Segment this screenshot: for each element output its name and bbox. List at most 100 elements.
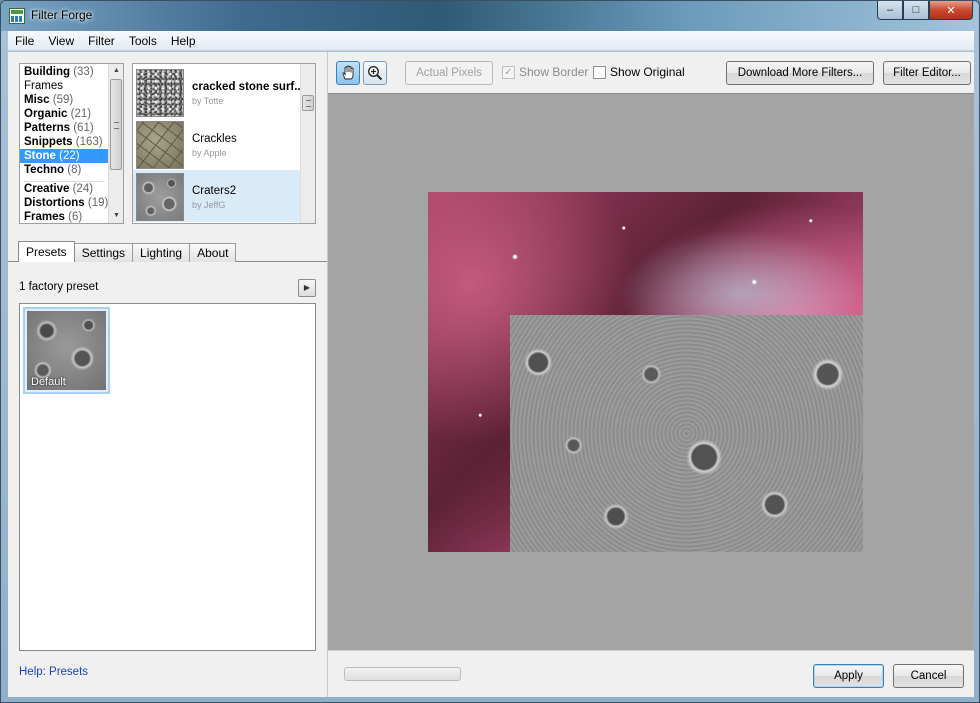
- menu-help[interactable]: Help: [164, 31, 203, 50]
- tab-settings[interactable]: Settings: [73, 243, 134, 262]
- show-original-checkbox[interactable]: Show Original: [593, 65, 685, 79]
- category-item[interactable]: Misc (59): [20, 93, 109, 107]
- filter-name: cracked stone surf...: [192, 81, 300, 93]
- hand-tool-button[interactable]: [336, 61, 360, 85]
- client-area: Building (33) Frames Misc (59) Organic (21)…: [8, 52, 974, 697]
- category-count: (22): [59, 150, 80, 162]
- filter-editor-button[interactable]: Filter Editor...: [883, 61, 971, 85]
- category-list[interactable]: Building (33) Frames Misc (59) Organic (21)…: [19, 63, 124, 224]
- download-more-filters-button[interactable]: Download More Filters...: [726, 61, 874, 85]
- menu-view[interactable]: View: [41, 31, 81, 50]
- menu-tools[interactable]: Tools: [122, 31, 164, 50]
- category-count: (19): [87, 197, 109, 209]
- scroll-thumb[interactable]: [302, 95, 314, 111]
- window-controls: – □ ✕: [877, 1, 973, 21]
- scroll-thumb[interactable]: [110, 79, 122, 170]
- filter-list[interactable]: cracked stone surf... by Totte Crackles by …: [132, 63, 316, 224]
- zoom-in-icon: [368, 66, 383, 81]
- show-border-label: Show Border: [519, 65, 589, 79]
- preset-menu-arrow-icon[interactable]: ▶: [298, 279, 316, 297]
- menu-file[interactable]: File: [8, 31, 41, 50]
- filter-author: by Apple: [192, 148, 227, 158]
- show-original-label: Show Original: [610, 65, 685, 79]
- category-count: (24): [72, 183, 94, 195]
- category-name: Patterns: [24, 122, 71, 134]
- tab-presets[interactable]: Presets: [18, 241, 75, 262]
- category-name: Stone: [24, 150, 56, 162]
- category-item[interactable]: Creative (24): [20, 182, 109, 196]
- category-item[interactable]: Building (33): [20, 65, 109, 79]
- filter-thumbnail: [136, 121, 184, 169]
- tab-strip: Presets Settings Lighting About: [18, 241, 237, 262]
- category-count: (33): [73, 66, 94, 78]
- app-icon: [9, 8, 25, 24]
- window-title: Filter Forge: [31, 8, 93, 22]
- category-name: Organic: [24, 108, 68, 120]
- category-item[interactable]: Distortions (19): [20, 196, 109, 210]
- preset-tile-default[interactable]: Default: [23, 307, 110, 394]
- apply-button[interactable]: Apply: [813, 664, 884, 688]
- title-bar[interactable]: Filter Forge – □ ✕: [1, 1, 979, 31]
- category-count: (8): [67, 164, 82, 176]
- category-count: (21): [70, 108, 92, 120]
- filtered-preview-craters: [510, 315, 863, 552]
- hand-icon: [342, 65, 354, 80]
- filter-thumbnail: [136, 173, 184, 221]
- category-count: (6): [68, 211, 83, 223]
- category-item[interactable]: Organic (21): [20, 107, 109, 121]
- preset-label: Default: [31, 376, 66, 388]
- zoom-tool-button[interactable]: [363, 61, 387, 85]
- close-button[interactable]: ✕: [929, 1, 973, 20]
- filter-item[interactable]: Crackles by Apple: [133, 118, 301, 170]
- category-name: Snippets: [24, 136, 73, 148]
- category-item[interactable]: Snippets (163): [20, 135, 109, 149]
- menu-bar: File View Filter Tools Help: [8, 31, 974, 51]
- filter-name: Craters2: [192, 185, 237, 197]
- preset-count-label: 1 factory preset: [19, 281, 99, 293]
- category-name: Misc: [24, 94, 50, 106]
- category-count: (61): [73, 122, 94, 134]
- minimize-button[interactable]: –: [877, 1, 903, 20]
- category-item[interactable]: Patterns (61): [20, 121, 109, 135]
- menu-filter[interactable]: Filter: [81, 31, 122, 50]
- category-name: Building: [24, 66, 70, 78]
- preview-toolbar: Actual Pixels ✓ Show Border Show Origina…: [335, 60, 971, 88]
- category-item[interactable]: Frames: [20, 79, 109, 93]
- tab-lighting[interactable]: Lighting: [132, 243, 191, 262]
- cancel-button[interactable]: Cancel: [893, 664, 964, 688]
- actual-pixels-button[interactable]: Actual Pixels: [405, 61, 493, 85]
- filter-author: by JeffG: [192, 200, 226, 210]
- tab-about[interactable]: About: [189, 243, 237, 262]
- help-presets-link[interactable]: Help: Presets: [19, 666, 88, 678]
- filter-item[interactable]: Craters2 by JeffG: [133, 170, 301, 222]
- category-count: (59): [52, 94, 74, 106]
- filter-forge-window: Filter Forge – □ ✕ File View Filter Tool…: [0, 0, 980, 703]
- category-name: Frames: [24, 80, 63, 92]
- category-items: Building (33) Frames Misc (59) Organic (21)…: [20, 65, 109, 223]
- preset-thumbnail: Default: [27, 311, 106, 390]
- bottom-bar: Apply Cancel: [328, 650, 974, 697]
- filter-thumbnail: [136, 69, 184, 117]
- show-border-checkbox[interactable]: ✓ Show Border: [502, 65, 588, 79]
- scroll-down-arrow-icon[interactable]: ▼: [109, 209, 123, 223]
- maximize-button[interactable]: □: [903, 1, 929, 20]
- filter-scrollbar[interactable]: [300, 64, 315, 223]
- filter-name: Crackles: [192, 133, 237, 145]
- checkbox-unchecked-icon: [593, 65, 606, 79]
- filter-item[interactable]: cracked stone surf... by Totte: [133, 66, 301, 118]
- preset-gallery: Default: [19, 303, 316, 651]
- preview-viewport[interactable]: [328, 93, 974, 650]
- category-count: (163): [75, 136, 103, 148]
- scroll-up-arrow-icon[interactable]: ▲: [109, 64, 123, 78]
- category-name: Creative: [24, 183, 70, 195]
- render-progress-bar: [344, 667, 461, 681]
- category-name: Techno: [24, 164, 65, 176]
- category-name: Frames: [24, 211, 65, 223]
- category-item[interactable]: Frames (6): [20, 210, 109, 223]
- category-scrollbar[interactable]: ▲ ▼: [108, 64, 123, 223]
- category-item[interactable]: Techno (8): [20, 163, 109, 177]
- left-pane: Building (33) Frames Misc (59) Organic (21)…: [8, 52, 327, 697]
- checkbox-checked-icon: ✓: [502, 65, 515, 79]
- filter-author: by Totte: [192, 96, 224, 106]
- category-item[interactable]: Stone (22): [20, 149, 109, 163]
